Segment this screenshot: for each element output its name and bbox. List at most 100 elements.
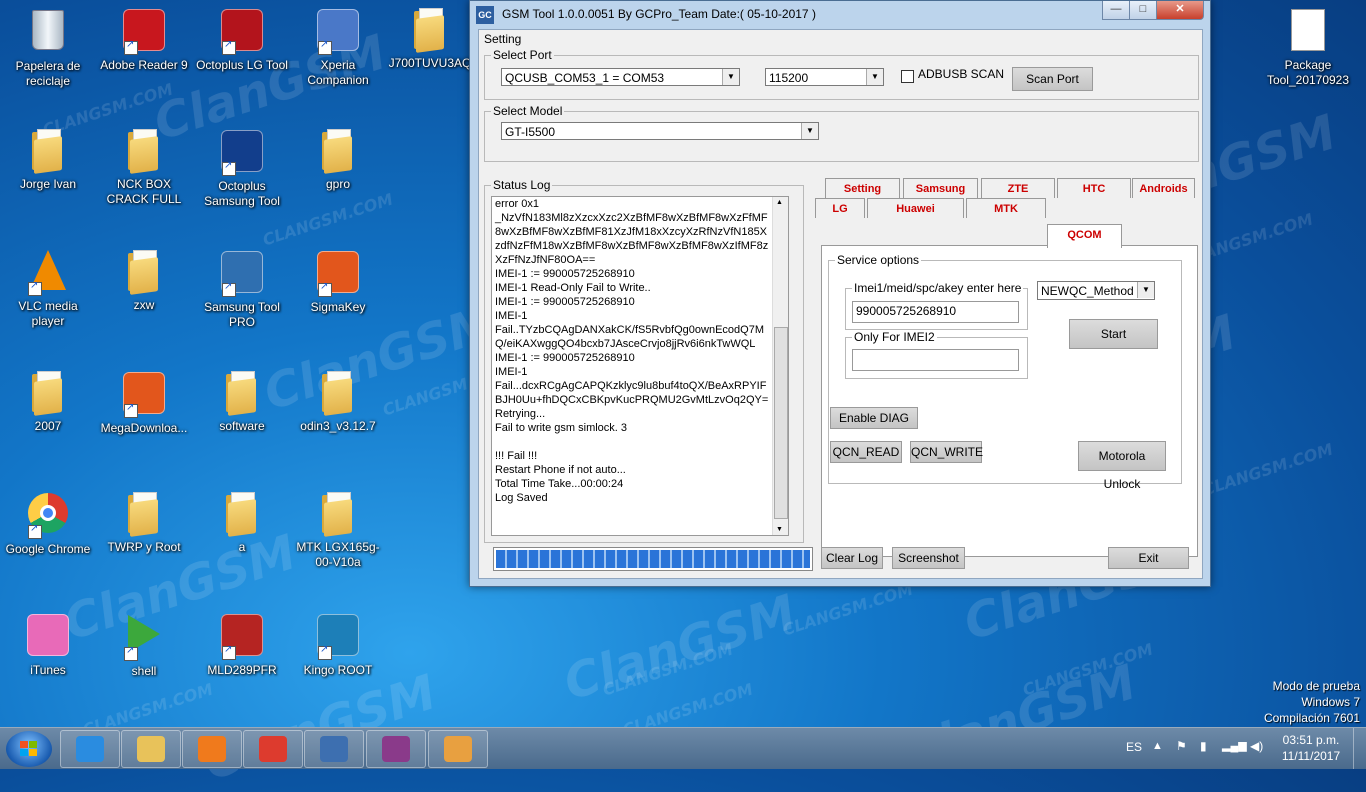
desktop-icon[interactable]: gpro — [292, 127, 384, 192]
taskbar-explorer-button[interactable] — [121, 730, 181, 768]
start-button[interactable]: Start — [1069, 319, 1158, 349]
select-port-group: Select Port QCUSB_COM53_1 = COM53 ▼ 1152… — [484, 48, 1199, 100]
desktop-icon[interactable]: Adobe Reader 9 — [98, 6, 190, 73]
desktop-icon[interactable]: Jorge Ivan — [2, 127, 94, 192]
desktop-icon[interactable]: NCK BOX CRACK FULL — [98, 127, 190, 207]
desktop-icon-label: Package Tool_20170923 — [1266, 58, 1350, 87]
log-scrollbar[interactable]: ▲ ▼ — [772, 197, 788, 535]
tab-mtk[interactable]: MTK — [966, 198, 1046, 218]
exit-button[interactable]: Exit — [1108, 547, 1189, 569]
log-line: Fail..TYzbCQAgDANXakCK/fS5RvbfQg0ownEcod… — [495, 324, 764, 350]
imei2-input[interactable] — [852, 349, 1019, 371]
desktop-icon[interactable]: Kingo ROOT — [292, 611, 384, 678]
desktop-icon[interactable]: software — [196, 369, 288, 434]
samsung-tool-icon — [220, 251, 264, 297]
power-icon[interactable]: ▮ — [1200, 739, 1207, 753]
title-bar[interactable]: GC GSM Tool 1.0.0.0051 By GCPro_Team Dat… — [470, 1, 1210, 29]
chevron-down-icon: ▼ — [801, 123, 818, 139]
folder-icon — [220, 370, 264, 416]
tab-samsung[interactable]: Samsung — [903, 178, 978, 198]
desktop-icon-label: Octoplus LG Tool — [196, 58, 288, 72]
desktop-icon[interactable]: iTunes — [2, 611, 94, 678]
taskbar-media-player-button[interactable] — [182, 730, 242, 768]
start-button[interactable] — [6, 731, 52, 767]
taskbar-ie-button[interactable] — [60, 730, 120, 768]
scan-port-button[interactable]: Scan Port — [1012, 67, 1093, 91]
desktop-icon[interactable]: odin3_v3.12.7 — [292, 369, 384, 434]
model-select[interactable]: GT-I5500 ▼ — [501, 122, 819, 140]
qcn-read-button[interactable]: QCN_READ — [830, 441, 902, 463]
desktop-icon-label: Adobe Reader 9 — [100, 58, 188, 72]
motorola-unlock-button[interactable]: Motorola Unlock — [1078, 441, 1166, 491]
desktop-icon[interactable]: Xperia Companion — [292, 6, 384, 88]
taskbar-paint-button[interactable] — [428, 730, 488, 768]
log-line: Retrying... — [495, 408, 546, 420]
desktop-icon[interactable]: zxw — [98, 248, 190, 313]
adbusb-scan-checkbox[interactable] — [901, 70, 914, 83]
language-indicator[interactable]: ES — [1126, 740, 1142, 754]
desktop-icon-label: Google Chrome — [5, 542, 91, 556]
maximize-button[interactable]: □ — [1129, 1, 1157, 20]
desktop-icon[interactable]: Package Tool_20170923 — [1262, 6, 1354, 88]
scroll-up-icon[interactable]: ▲ — [776, 199, 783, 206]
tray-arrow-icon[interactable]: ▲ — [1152, 740, 1163, 752]
shortcut-arrow-icon — [28, 523, 42, 539]
tab-htc[interactable]: HTC — [1057, 178, 1131, 198]
enable-diag-button[interactable]: Enable DIAG — [830, 407, 918, 429]
close-button[interactable]: ✕ — [1156, 1, 1204, 20]
tab-lg[interactable]: LG — [815, 198, 865, 218]
port-select[interactable]: QCUSB_COM53_1 = COM53 ▼ — [501, 68, 740, 86]
desktop-icon[interactable]: J700TUVU3AQ — [384, 6, 476, 71]
screenshot-button[interactable]: Screenshot — [892, 547, 965, 569]
method-select[interactable]: NEWQC_Method ▼ — [1037, 281, 1155, 300]
qcn-write-button[interactable]: QCN_WRITE — [910, 441, 983, 463]
flag-icon[interactable]: ⚑ — [1176, 739, 1187, 753]
scroll-down-icon[interactable]: ▼ — [776, 526, 783, 533]
desktop-icon[interactable]: Samsung Tool PRO — [196, 248, 288, 330]
imei-input[interactable]: 990005725268910 — [852, 301, 1019, 323]
desktop-icon[interactable]: MTK LGX165g-00-V10a — [292, 490, 384, 570]
watermark-text: ClanGSM — [557, 584, 803, 712]
setting-menu-tab[interactable]: Setting — [484, 32, 521, 46]
scrollbar-thumb[interactable] — [774, 327, 788, 519]
mega-icon — [122, 372, 166, 418]
desktop-icon-label: MTK LGX165g-00-V10a — [296, 540, 380, 569]
desktop-icon-label: a — [238, 540, 246, 554]
tab-qcom[interactable]: QCOM — [1047, 224, 1122, 248]
taskbar-chrome-button[interactable] — [243, 730, 303, 768]
desktop-icon[interactable]: shell — [98, 611, 190, 679]
tab-setting[interactable]: Setting — [825, 178, 900, 198]
tab-huawei[interactable]: Huawei — [867, 198, 964, 218]
clear-log-button[interactable]: Clear Log — [821, 547, 883, 569]
network-icon[interactable]: ▂▄▆ — [1222, 739, 1247, 752]
desktop-icon[interactable]: 2007 — [2, 369, 94, 434]
folder-icon — [316, 370, 360, 416]
tab-zte[interactable]: ZTE — [981, 178, 1055, 198]
desktop-icon[interactable]: a — [196, 490, 288, 555]
qcom-tab-panel: Service options Imei1/meid/spc/akey ente… — [821, 245, 1198, 557]
desktop-icon-label: odin3_v3.12.7 — [300, 419, 376, 433]
desktop-icon[interactable]: Octoplus Samsung Tool — [196, 127, 288, 209]
watermark-text-small: CLANGSM.COM — [780, 579, 916, 640]
log-line: IMEI-1 Read-Only Fail to Write.. — [495, 282, 651, 294]
desktop-icon[interactable]: TWRP y Root — [98, 490, 190, 555]
desktop-icon[interactable]: MegaDownloa... — [98, 369, 190, 436]
desktop-icon[interactable]: MLD289PFR — [196, 611, 288, 678]
status-log-textarea[interactable]: error 0x1 _NzVfN183Ml8zXzcxXzc2XzBfMF8wXz… — [491, 196, 789, 536]
folder-icon — [26, 128, 70, 174]
clock[interactable]: 03:51 p.m. 11/11/2017 — [1280, 733, 1342, 763]
baud-select[interactable]: 115200 ▼ — [765, 68, 884, 86]
show-desktop-button[interactable] — [1353, 728, 1366, 769]
desktop-icon[interactable]: Papelera de reciclaje — [2, 6, 94, 89]
tab-androids[interactable]: Androids — [1132, 178, 1195, 198]
desktop-icon[interactable]: Google Chrome — [2, 490, 94, 557]
desktop-icon[interactable]: Octoplus LG Tool — [196, 6, 288, 73]
desktop-icon[interactable]: VLC media player — [2, 248, 94, 329]
volume-icon[interactable]: ◀) — [1250, 739, 1263, 753]
minimize-button[interactable]: — — [1102, 1, 1130, 20]
model-select-value: GT-I5500 — [505, 125, 556, 139]
desktop-icon[interactable]: SigmaKey — [292, 248, 384, 315]
taskbar-gc-tool-button[interactable] — [304, 730, 364, 768]
taskbar-winrar-button[interactable] — [366, 730, 426, 768]
